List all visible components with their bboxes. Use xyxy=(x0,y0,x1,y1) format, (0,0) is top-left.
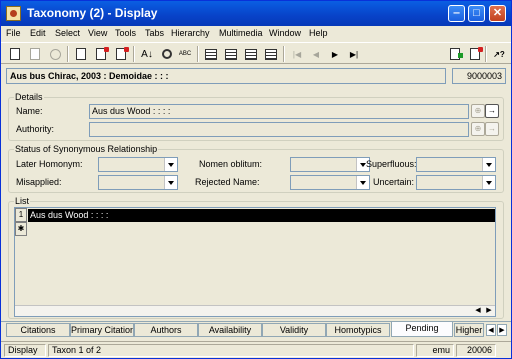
chevron-down-icon[interactable] xyxy=(164,158,177,171)
rejected-name-label: Rejected Name: xyxy=(195,177,260,187)
menu-hierarchy[interactable]: Hierarchy xyxy=(171,28,210,38)
synonymy-group: Status of Synonymous Relationship Later … xyxy=(8,144,504,193)
menu-view[interactable]: View xyxy=(88,28,107,38)
status-bar: Display Taxon 1 of 2 emu 20006 xyxy=(1,341,511,358)
tab-citations[interactable]: Citations xyxy=(6,323,70,337)
title-bar: Taxonomy (2) - Display ‒ □ ✕ xyxy=(1,1,511,26)
maximize-button[interactable]: □ xyxy=(468,5,485,22)
name-field[interactable]: Aus dus Wood : : : : xyxy=(89,104,469,119)
later-homonym-label: Later Homonym: xyxy=(16,159,83,169)
details-view-icon[interactable] xyxy=(203,46,219,62)
uncertain-select[interactable] xyxy=(416,175,496,190)
tab-availability[interactable]: Availability xyxy=(198,323,262,337)
list-view-icon[interactable] xyxy=(223,46,239,62)
window-title: Taxonomy (2) - Display xyxy=(27,6,158,20)
scroll-right-icon[interactable]: ▶ xyxy=(484,306,494,316)
attach-name-icon[interactable]: ⊕ xyxy=(471,104,485,118)
new-row-icon[interactable]: ✱ xyxy=(15,222,27,236)
authority-label: Authority: xyxy=(16,124,55,134)
scroll-left-icon[interactable]: ◀ xyxy=(473,306,483,316)
new-from-record-icon[interactable] xyxy=(113,46,129,62)
status-mode: Display xyxy=(4,344,46,357)
name-label: Name: xyxy=(16,106,43,116)
attachments-view-icon[interactable] xyxy=(263,46,279,62)
toolbar-separator xyxy=(485,46,487,62)
toolbar-separator xyxy=(283,46,285,62)
tab-strip: Citations Primary Citation Authors Avail… xyxy=(1,321,511,338)
go-to-name-icon[interactable]: → xyxy=(485,104,499,118)
toolbar-separator xyxy=(133,46,135,62)
import-icon[interactable] xyxy=(467,46,483,62)
find-icon[interactable] xyxy=(159,46,175,62)
tab-scroll-left-icon[interactable]: ◀ xyxy=(486,324,496,336)
toolbar-separator xyxy=(67,46,69,62)
record-summary: Aus bus Chirac, 2003 : Demoidae : : : xyxy=(6,68,446,84)
app-icon[interactable] xyxy=(6,6,21,21)
delete-record-icon[interactable] xyxy=(93,46,109,62)
first-record-icon[interactable]: |◀ xyxy=(289,46,305,62)
chevron-down-icon[interactable] xyxy=(164,176,177,189)
misapplied-select[interactable] xyxy=(98,175,178,190)
superfluous-select[interactable] xyxy=(416,157,496,172)
menu-multimedia[interactable]: Multimedia xyxy=(219,28,263,38)
rejected-name-select[interactable] xyxy=(290,175,370,190)
menu-window[interactable]: Window xyxy=(269,28,301,38)
spellcheck-icon[interactable]: ABC xyxy=(177,46,193,62)
details-group: Details Name: Aus dus Wood : : : : ⊕ → A… xyxy=(8,92,504,141)
tab-primary-citation[interactable]: Primary Citation xyxy=(70,323,134,337)
next-record-icon[interactable]: ▶ xyxy=(327,46,343,62)
row-number[interactable]: 1 xyxy=(15,208,27,222)
tab-scroll-right-icon[interactable]: ▶ xyxy=(497,324,507,336)
toolbar-separator xyxy=(197,46,199,62)
chevron-down-icon[interactable] xyxy=(482,176,495,189)
toolbar: A↓ ABC |◀ ◀ ▶ ▶| ↗? xyxy=(1,42,511,64)
menu-tools[interactable]: Tools xyxy=(115,28,136,38)
status-position: Taxon 1 of 2 xyxy=(48,344,414,357)
menu-select[interactable]: Select xyxy=(55,28,80,38)
record-bar: Aus bus Chirac, 2003 : Demoidae : : : 90… xyxy=(6,68,506,84)
uncertain-label: Uncertain: xyxy=(372,177,414,187)
menu-help[interactable]: Help xyxy=(309,28,328,38)
menu-edit[interactable]: Edit xyxy=(30,28,46,38)
application-window: Taxonomy (2) - Display ‒ □ ✕ File Edit S… xyxy=(0,0,512,359)
new-record-icon[interactable] xyxy=(73,46,89,62)
record-irn: 9000003 xyxy=(452,68,506,84)
synonymy-legend: Status of Synonymous Relationship xyxy=(14,144,159,154)
status-port: 20006 xyxy=(456,344,496,357)
sort-icon[interactable]: A↓ xyxy=(139,46,155,62)
go-to-authority-icon[interactable]: → xyxy=(485,122,499,136)
close-button[interactable]: ✕ xyxy=(489,5,506,22)
list-row[interactable]: Aus dus Wood : : : : xyxy=(28,209,495,222)
menu-bar: File Edit Select View Tools Tabs Hierarc… xyxy=(1,26,511,42)
new-icon[interactable] xyxy=(7,46,23,62)
authority-field[interactable] xyxy=(89,122,469,137)
previous-record-icon[interactable]: ◀ xyxy=(308,46,324,62)
list-legend: List xyxy=(14,196,31,206)
minimize-button[interactable]: ‒ xyxy=(448,5,465,22)
tab-pending[interactable]: Pending xyxy=(391,321,453,337)
horizontal-scrollbar[interactable]: ◀ ▶ xyxy=(15,305,495,316)
superfluous-label: Superfluous: xyxy=(366,159,417,169)
report-icon[interactable] xyxy=(447,46,463,62)
attach-authority-icon[interactable]: ⊕ xyxy=(471,122,485,136)
misapplied-label: Misapplied: xyxy=(16,177,62,187)
tab-higher[interactable]: Higher xyxy=(454,323,484,337)
save-icon[interactable] xyxy=(27,46,43,62)
list-grid: 1 Aus dus Wood : : : : ✱ ◀ ▶ xyxy=(14,207,496,317)
tab-homotypics[interactable]: Homotypics xyxy=(326,323,390,337)
status-user: emu xyxy=(416,344,454,357)
later-homonym-select[interactable] xyxy=(98,157,178,172)
nomen-oblitum-select[interactable] xyxy=(290,157,370,172)
tab-validity[interactable]: Validity xyxy=(262,323,326,337)
disabled-circle-icon[interactable] xyxy=(47,46,63,62)
menu-tabs[interactable]: Tabs xyxy=(145,28,164,38)
page-view-icon[interactable] xyxy=(243,46,259,62)
last-record-icon[interactable]: ▶| xyxy=(346,46,362,62)
menu-file[interactable]: File xyxy=(6,28,21,38)
nomen-oblitum-label: Nomen oblitum: xyxy=(199,159,263,169)
chevron-down-icon[interactable] xyxy=(482,158,495,171)
tab-authors[interactable]: Authors xyxy=(134,323,198,337)
help-pointer-icon[interactable]: ↗? xyxy=(491,46,507,62)
details-legend: Details xyxy=(14,92,44,102)
